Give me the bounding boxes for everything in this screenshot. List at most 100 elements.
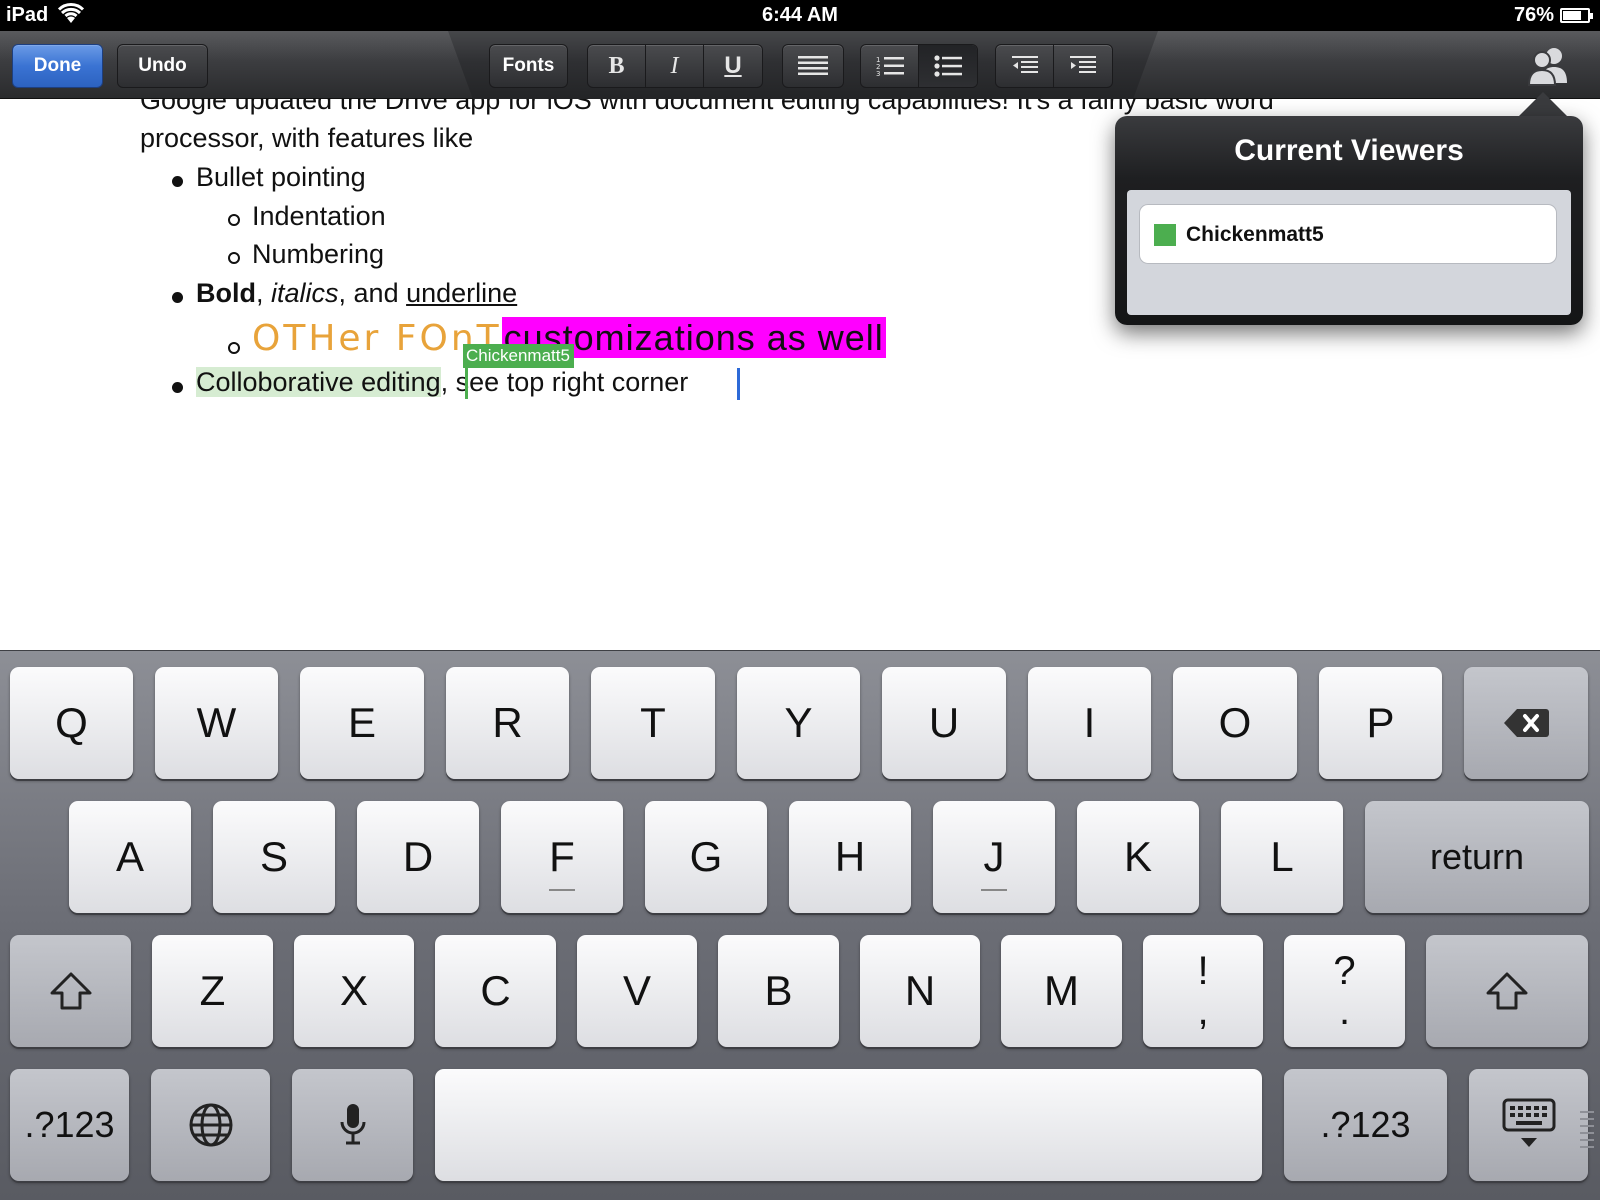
key-q[interactable]: Q	[10, 667, 133, 779]
key-k[interactable]: K	[1077, 801, 1199, 913]
italic-icon[interactable]: I	[646, 45, 704, 87]
list-item-indentation: Indentation	[252, 201, 386, 231]
undo-button[interactable]: Undo	[117, 44, 208, 88]
underline-icon[interactable]: U	[704, 45, 762, 87]
key-m[interactable]: M	[1001, 935, 1122, 1047]
collaborator-tag: Chickenmatt5	[463, 344, 574, 368]
key-top-label: !	[1197, 949, 1209, 993]
editor-toolbar: Done Undo Fonts B I U 123	[0, 31, 1600, 99]
bold-word: Bold	[196, 278, 256, 308]
svg-text:3: 3	[876, 70, 880, 77]
collaborator-selection: Colloborative editing	[196, 367, 441, 397]
bold-icon[interactable]: B	[588, 45, 646, 87]
list-item-bullet-pointing: Bullet pointing	[196, 162, 366, 192]
alignment-group	[782, 44, 844, 88]
and-text: , and	[338, 278, 407, 308]
sub-bullet-marker	[228, 214, 240, 226]
hide-keyboard-key[interactable]	[1469, 1069, 1588, 1181]
key-o[interactable]: O	[1173, 667, 1297, 779]
key-e[interactable]: E	[300, 667, 424, 779]
key-x[interactable]: X	[294, 935, 414, 1047]
italic-word: italics	[271, 278, 339, 308]
key-g[interactable]: G	[645, 801, 767, 913]
underline-word: underline	[406, 278, 518, 308]
bullet-marker	[172, 176, 183, 187]
key-f[interactable]: F	[501, 801, 623, 913]
globe-icon	[189, 1103, 232, 1147]
shift-key-right[interactable]	[1426, 935, 1588, 1047]
outdent-icon[interactable]	[996, 45, 1055, 87]
list-item-numbering: Numbering	[252, 239, 385, 269]
battery-percent: 76%	[1513, 4, 1554, 26]
indent-group	[995, 44, 1113, 88]
return-key[interactable]: return	[1365, 801, 1589, 913]
key-f-label: F	[549, 833, 575, 880]
key-exclamation-comma[interactable]: !,	[1143, 935, 1263, 1047]
key-p[interactable]: P	[1319, 667, 1442, 779]
bullet-marker	[172, 292, 183, 303]
shift-icon	[50, 972, 91, 1010]
globe-key[interactable]	[151, 1069, 270, 1181]
numbers-key-left[interactable]: .?123	[10, 1069, 129, 1181]
backspace-key[interactable]	[1464, 667, 1588, 779]
clock: 6:44 AM	[762, 4, 838, 26]
comma-text: ,	[256, 278, 272, 308]
space-bar[interactable]	[435, 1069, 1262, 1181]
keyboard-grip[interactable]	[1580, 1111, 1594, 1153]
intro-line-2: processor, with features like	[140, 123, 474, 153]
battery-icon	[1560, 8, 1593, 23]
key-t[interactable]: T	[591, 667, 715, 779]
collaborator-cursor	[465, 365, 468, 399]
key-bottom-label: .	[1338, 989, 1351, 1033]
key-h[interactable]: H	[789, 801, 911, 913]
done-button[interactable]: Done	[12, 44, 103, 88]
onscreen-keyboard: Q W E R T Y U I O P A S D F G H J K L re…	[0, 650, 1600, 1200]
shift-key-left[interactable]	[10, 935, 131, 1047]
status-bar: iPad 6:44 AM 76%	[0, 0, 1600, 31]
key-j[interactable]: J	[933, 801, 1055, 913]
popover-title: Current Viewers	[1234, 134, 1464, 167]
key-l[interactable]: L	[1221, 801, 1343, 913]
people-icon[interactable]	[1526, 45, 1570, 87]
viewers-list: Chickenmatt5	[1127, 190, 1571, 315]
text-caret	[737, 368, 740, 400]
bullet-marker	[172, 382, 183, 393]
indent-icon[interactable]	[1054, 45, 1112, 87]
fonts-button[interactable]: Fonts	[489, 44, 568, 88]
dictation-key[interactable]	[292, 1069, 413, 1181]
home-row-marker	[549, 889, 575, 891]
viewer-row[interactable]: Chickenmatt5	[1139, 204, 1557, 264]
key-y[interactable]: Y	[737, 667, 860, 779]
key-i[interactable]: I	[1028, 667, 1151, 779]
list-item-formatting: Bold, italics, and underline	[196, 278, 517, 309]
shift-icon	[1486, 972, 1528, 1010]
key-w[interactable]: W	[155, 667, 278, 779]
key-a[interactable]: A	[69, 801, 191, 913]
text-style-group: B I U	[587, 44, 763, 88]
numbered-list-icon[interactable]: 123	[861, 45, 920, 87]
key-v[interactable]: V	[577, 935, 697, 1047]
hide-keyboard-icon	[1502, 1098, 1555, 1147]
key-d[interactable]: D	[357, 801, 479, 913]
viewer-color-swatch	[1154, 224, 1176, 246]
battery-fill	[1563, 11, 1582, 20]
sub-bullet-marker	[228, 342, 240, 354]
key-question-period[interactable]: ?.	[1284, 935, 1405, 1047]
key-s[interactable]: S	[213, 801, 335, 913]
list-item-collaborative-editing: Colloborative editing, see top right cor…	[196, 367, 688, 398]
key-c[interactable]: C	[435, 935, 556, 1047]
intro-line-1: Google updated the Drive app for iOS wit…	[140, 99, 1274, 115]
numbers-key-right[interactable]: .?123	[1284, 1069, 1447, 1181]
key-bottom-label: ,	[1197, 989, 1209, 1033]
key-n[interactable]: N	[860, 935, 980, 1047]
key-r[interactable]: R	[446, 667, 569, 779]
collab-rest-text: , see top right corner	[440, 367, 689, 397]
current-viewers-popover: Current Viewers Chickenmatt5	[1115, 116, 1583, 325]
key-top-label: ?	[1333, 949, 1356, 993]
align-left-icon[interactable]	[783, 45, 843, 87]
key-u[interactable]: U	[882, 667, 1006, 779]
bulleted-list-icon[interactable]	[919, 45, 977, 87]
backspace-icon	[1504, 709, 1549, 737]
key-b[interactable]: B	[718, 935, 839, 1047]
key-z[interactable]: Z	[152, 935, 273, 1047]
